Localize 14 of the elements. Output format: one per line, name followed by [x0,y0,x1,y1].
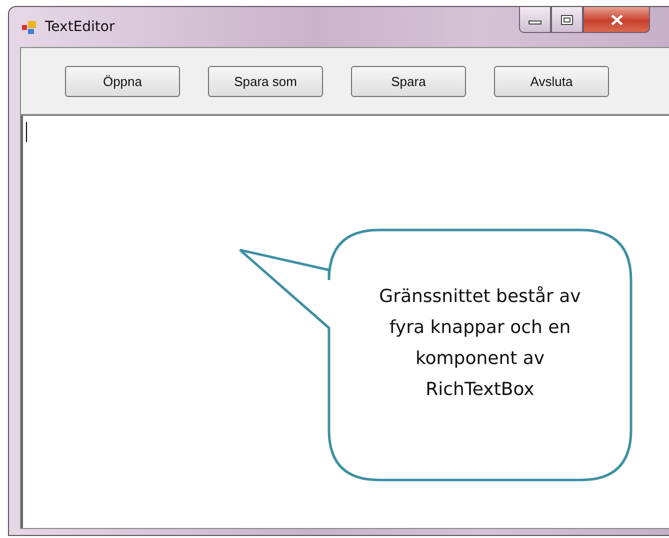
callout-text: Gränssnittet består av fyra knappar och en komponent av RichTextBox [378,285,582,402]
toolbar-button[interactable]: Avsluta [494,66,609,96]
app-icon [21,19,37,35]
toolbar-button[interactable]: Spara som [208,66,323,96]
toolbar-button[interactable]: Spara [351,66,466,96]
minimize-button[interactable] [519,7,551,33]
toolbar-button[interactable]: Öppna [65,66,180,96]
maximize-button[interactable] [551,7,583,33]
maximize-icon [560,14,574,26]
text-cursor [26,122,27,142]
close-icon [608,14,624,26]
rich-text-box[interactable]: Gränssnittet består av fyra knappar och en komponent av RichTextBox [21,116,669,528]
close-button[interactable] [583,7,650,33]
window-title: TextEditor [45,19,115,35]
